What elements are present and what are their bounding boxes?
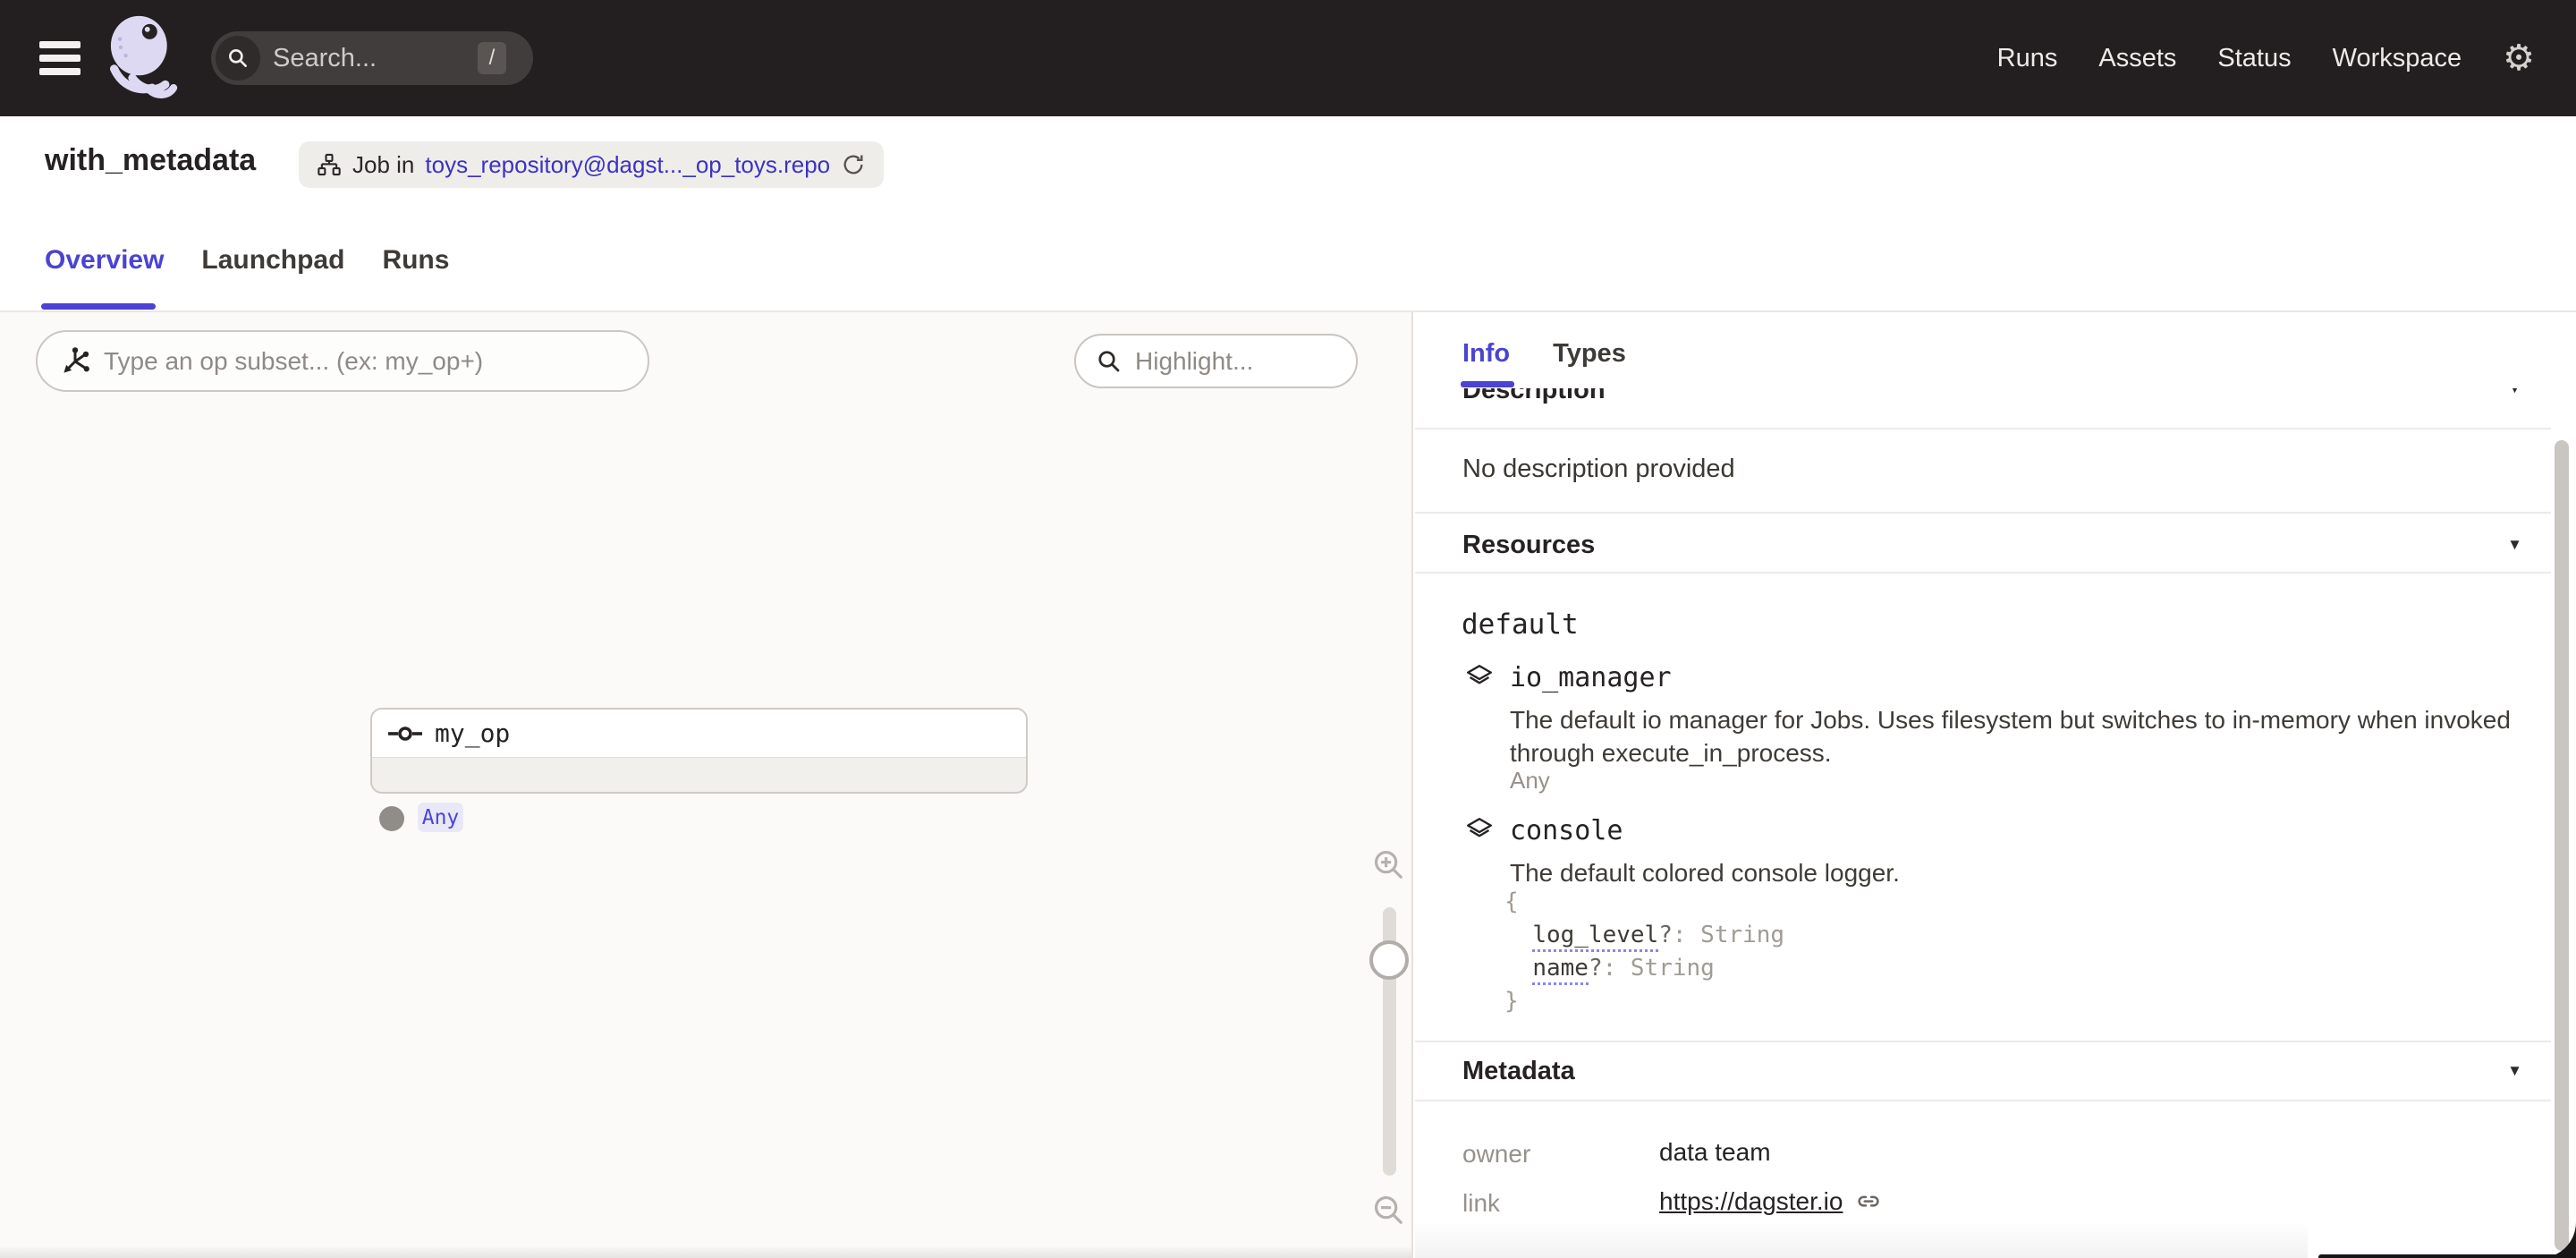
op-icon: [388, 726, 422, 742]
job-graph-icon: [317, 152, 342, 177]
resource-description: The default colored console logger.: [1510, 856, 2576, 889]
sidebar-active-tab-indicator: [1461, 381, 1514, 387]
window-bottom-edge: [2318, 1254, 2576, 1258]
metadata-collapse-caret-icon[interactable]: ▼: [2507, 1062, 2522, 1080]
description-body: No description provided: [1462, 455, 1735, 484]
nav-item-status[interactable]: Status: [2217, 44, 2291, 73]
metadata-value: data team: [1659, 1138, 1771, 1167]
resources-collapse-caret-icon[interactable]: ▼: [2507, 536, 2522, 554]
metadata-key: owner: [1462, 1140, 1530, 1169]
section-divider: [1415, 1100, 2551, 1101]
resource-description: The default io manager for Jobs. Uses fi…: [1510, 703, 2576, 769]
metadata-key: link: [1462, 1189, 1500, 1218]
tab-runs[interactable]: Runs: [382, 245, 449, 276]
section-divider: [1415, 428, 2551, 429]
description-section-header[interactable]: Description: [1462, 388, 1606, 405]
metadata-link-value[interactable]: https://dagster.io: [1659, 1187, 1882, 1216]
op-node-my-op[interactable]: my_op: [370, 708, 1028, 794]
op-output-type-badge[interactable]: Any: [418, 803, 463, 832]
resources-section-header[interactable]: Resources: [1462, 531, 1595, 560]
job-badge-prefix: Job in: [352, 151, 414, 179]
config-field: name?: String: [1504, 952, 1784, 985]
search-icon: [216, 36, 260, 81]
search-shortcut-key: /: [478, 42, 506, 74]
hamburger-menu-icon[interactable]: [39, 41, 80, 75]
reload-repo-icon[interactable]: [841, 152, 866, 177]
job-tabs: Overview Launchpad Runs: [45, 245, 449, 276]
sidebar-tabs: Info Types: [1462, 339, 1626, 369]
zoom-in-icon[interactable]: [1371, 847, 1405, 886]
nav-item-workspace[interactable]: Workspace: [2333, 44, 2462, 73]
repo-link[interactable]: toys_repository@dagst..._op_toys.repo: [425, 151, 830, 179]
sidebar-tab-info[interactable]: Info: [1462, 339, 1510, 369]
op-output-port[interactable]: [379, 806, 404, 831]
window-corner: [2540, 1222, 2576, 1258]
zoom-out-icon[interactable]: [1371, 1193, 1405, 1231]
highlight-filter[interactable]: [1074, 334, 1358, 388]
resource-config-type: Any: [1510, 767, 1550, 795]
sidebar-scroll-area: Description ▼ No description provided Re…: [1415, 388, 2576, 1258]
graph-bottom-shadow: [0, 1245, 1411, 1258]
highlight-input[interactable]: [1135, 347, 1341, 376]
page-title: with_metadata: [45, 143, 256, 178]
resource-group-name: default: [1462, 608, 1579, 641]
section-divider: [1415, 572, 2551, 574]
window-scrollbar-thumb[interactable]: [2555, 440, 2569, 1251]
resource-config-schema: { log_level?: String name?: String }: [1504, 886, 1784, 1018]
metadata-section-header[interactable]: Metadata: [1462, 1057, 1575, 1086]
op-graph-panel: my_op Any: [0, 312, 1413, 1258]
resource-name: io_manager: [1510, 662, 1672, 693]
tab-overview[interactable]: Overview: [45, 245, 164, 276]
section-divider: [1415, 512, 2551, 514]
settings-gear-icon[interactable]: ⚙: [2503, 40, 2535, 76]
resource-name: console: [1510, 815, 1623, 846]
resource-layers-icon: [1464, 815, 1495, 850]
job-info-sidebar: Info Types Description ▼ No description …: [1415, 312, 2576, 1258]
sidebar-bottom-shadow: [1415, 1222, 2308, 1258]
sidebar-tab-types[interactable]: Types: [1553, 339, 1626, 369]
top-nav-links: Runs Assets Status Workspace ⚙: [1997, 0, 2535, 116]
description-collapse-caret-icon[interactable]: ▼: [2507, 388, 2522, 397]
op-subset-filter[interactable]: [36, 330, 649, 392]
global-search[interactable]: /: [211, 31, 533, 85]
top-navigation-bar: / Runs Assets Status Workspace ⚙: [0, 0, 2576, 116]
highlight-search-icon: [1096, 348, 1123, 375]
tab-launchpad[interactable]: Launchpad: [201, 245, 344, 276]
op-subset-input[interactable]: [104, 347, 569, 376]
op-selector-icon: [59, 345, 91, 378]
active-tab-indicator: [41, 303, 156, 310]
op-node-name: my_op: [435, 718, 510, 748]
dagster-logo-icon[interactable]: [106, 14, 179, 100]
search-input[interactable]: [273, 44, 452, 73]
nav-item-assets[interactable]: Assets: [2098, 44, 2176, 73]
nav-item-runs[interactable]: Runs: [1997, 44, 2058, 73]
external-link-icon: [1855, 1188, 1882, 1215]
config-field: log_level?: String: [1504, 919, 1784, 952]
section-divider: [1415, 1041, 2551, 1042]
zoom-slider-handle[interactable]: [1369, 940, 1409, 980]
job-repo-badge: Job in toys_repository@dagst..._op_toys.…: [299, 141, 884, 188]
config-close-brace: }: [1504, 985, 1784, 1018]
resource-layers-icon: [1464, 662, 1495, 697]
config-open-brace: {: [1504, 886, 1784, 919]
